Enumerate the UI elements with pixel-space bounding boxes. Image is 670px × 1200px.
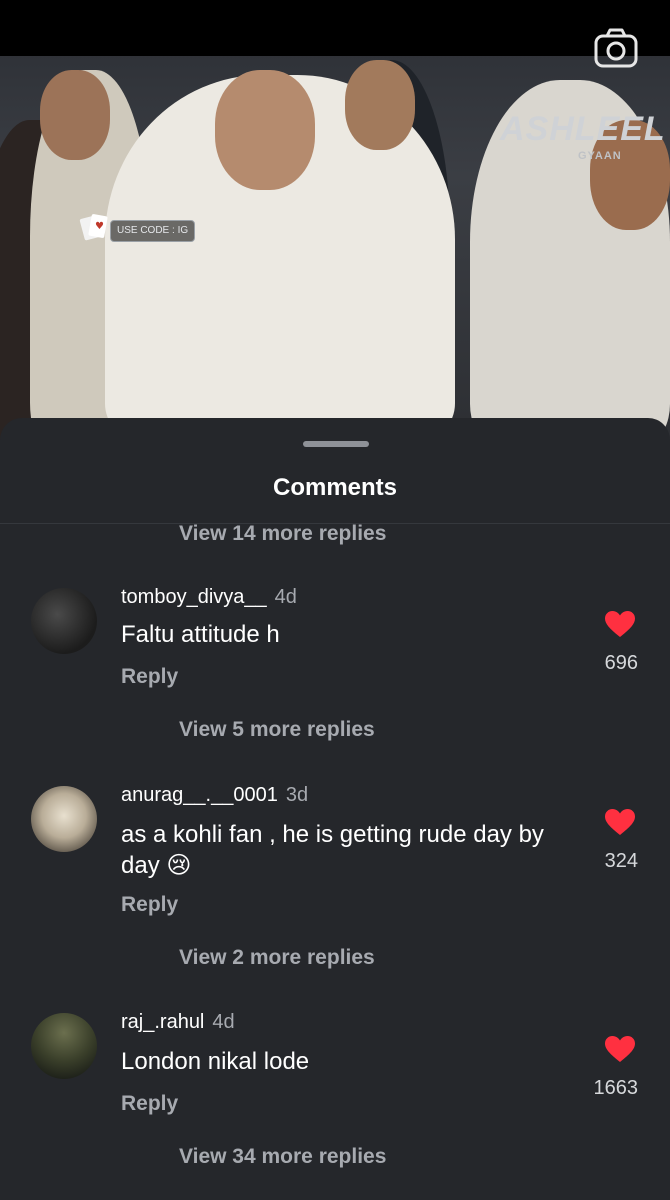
video-frame-face [40,70,110,160]
like-count: 1663 [593,1077,639,1099]
heart-icon [605,1036,635,1062]
comment-text: Faltu attitude h [121,621,280,648]
view-more-replies-button[interactable]: View 34 more replies [179,1145,386,1169]
video-player[interactable]: ASHLEEL GYAAN ♥ USE CODE : IG [0,0,670,440]
view-more-replies-button[interactable]: View 2 more replies [179,946,375,970]
svg-text:♥: ♥ [95,221,104,232]
username-link[interactable]: tomboy_divya__ [121,586,267,608]
comment-time: 4d [274,586,297,608]
promo-badge: ♥ USE CODE : IG [76,207,196,247]
video-frame-face [215,70,315,190]
username-link[interactable]: raj_.rahul [121,1011,204,1033]
status-bar [0,0,670,56]
sheet-title: Comments [272,474,398,501]
channel-watermark: ASHLEEL [500,110,666,148]
reply-button[interactable]: Reply [121,665,178,689]
comment-time: 3d [285,784,309,806]
comment-item: anurag__.__0001 3d as a kohli fan , he is… [0,784,670,984]
drag-handle[interactable] [303,441,369,447]
comment-meta: raj_.rahul 4d [121,1011,235,1034]
avatar[interactable] [31,588,97,654]
like-button[interactable] [600,1035,640,1063]
comment-meta: tomboy_divya__ 4d [121,586,297,609]
video-frame-face [345,60,415,150]
view-more-replies-button[interactable]: View 14 more replies [179,522,386,546]
heart-icon [605,611,635,637]
avatar[interactable] [31,1013,97,1079]
heart-icon [605,809,635,835]
channel-watermark-subtitle: GYAAN [578,150,622,162]
like-button[interactable] [600,808,640,836]
comment-text: as a kohli fan , he is getting rude day … [121,821,544,879]
promo-code-text: USE CODE : IG [110,220,196,242]
view-more-replies-button[interactable]: View 5 more replies [179,718,375,742]
comment-text: London nikal lode [121,1048,310,1075]
comment-meta: anurag__.__0001 3d [121,784,308,807]
comment-time: 4d [212,1011,235,1033]
comment-item: tomboy_divya__ 4d Faltu attitude h Reply … [0,586,670,756]
camera-icon[interactable] [594,28,638,68]
like-button[interactable] [600,610,640,638]
comments-sheet: Comments View 14 more replies tomboy_div… [0,418,670,1200]
reply-button[interactable]: Reply [121,1092,178,1116]
like-count: 696 [604,652,638,674]
comment-item: raj_.rahul 4d London nikal lode Reply 166… [0,1011,670,1181]
username-link[interactable]: anurag__.__0001 [121,784,278,806]
avatar[interactable] [31,786,97,852]
like-count: 324 [604,850,638,872]
reply-button[interactable]: Reply [121,893,178,917]
